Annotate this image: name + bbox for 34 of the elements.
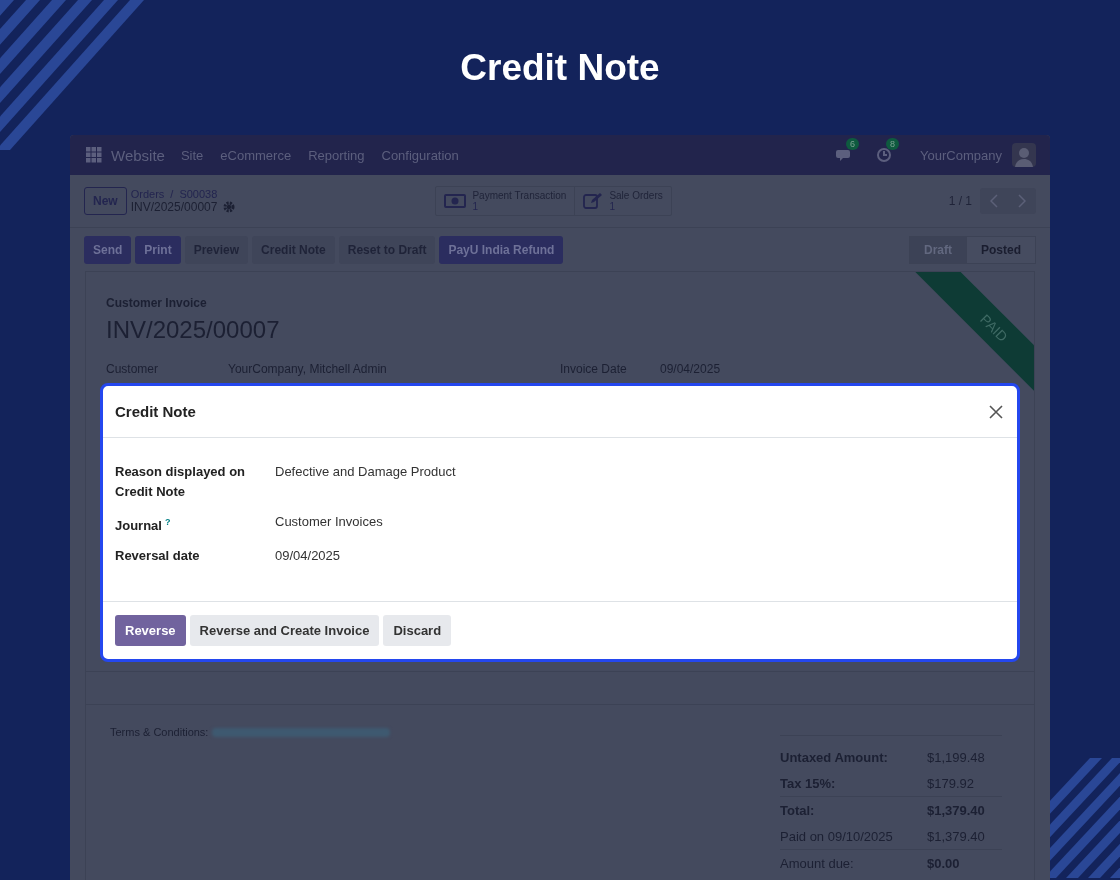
apps-grid-icon[interactable] <box>86 147 102 163</box>
action-button[interactable]: Send <box>84 235 132 264</box>
action-button[interactable]: Print <box>135 235 181 264</box>
field-value[interactable]: Defective and Damage Product <box>275 462 1005 502</box>
close-button[interactable] <box>987 402 1005 421</box>
chevron-right-icon <box>1018 194 1026 208</box>
field-value[interactable]: Customer Invoices <box>275 512 1005 537</box>
dialog-title: Credit Note <box>115 403 196 420</box>
menu-item[interactable]: eCommerce <box>220 147 292 163</box>
dialog-button[interactable]: Reverse <box>115 615 186 646</box>
count-badge: 6 <box>846 138 860 150</box>
gear-icon[interactable] <box>223 201 236 213</box>
dialog-button[interactable]: Discard <box>383 615 452 646</box>
company-name[interactable]: YourCompany <box>920 147 1002 163</box>
field-label: Reversal date <box>115 548 200 564</box>
action-button[interactable]: PayU India Refund <box>439 235 564 264</box>
banknote-icon <box>444 194 467 208</box>
dialog-button[interactable]: Reverse and Create Invoice <box>189 615 380 646</box>
chevron-left-icon <box>990 194 998 208</box>
clock-icon[interactable] <box>876 147 893 163</box>
menu-item[interactable]: Site <box>180 147 204 163</box>
page-title: Credit Note <box>460 46 660 90</box>
field-label: Reason displayed on Credit Note <box>115 464 246 499</box>
field-value[interactable]: 09/04/2025 <box>275 546 1005 567</box>
help-link[interactable]: ? <box>164 517 171 527</box>
count-badge: 8 <box>886 138 900 150</box>
menu-item[interactable]: Configuration <box>381 147 459 163</box>
field-label: Journal <box>115 518 162 534</box>
close-icon <box>989 404 1003 419</box>
app-name[interactable]: Website <box>111 146 165 164</box>
menu-item[interactable]: Reporting <box>308 147 365 163</box>
avatar-icon[interactable] <box>1012 143 1036 167</box>
edit-icon <box>583 192 604 210</box>
breadcrumb-separator: / <box>170 188 174 200</box>
